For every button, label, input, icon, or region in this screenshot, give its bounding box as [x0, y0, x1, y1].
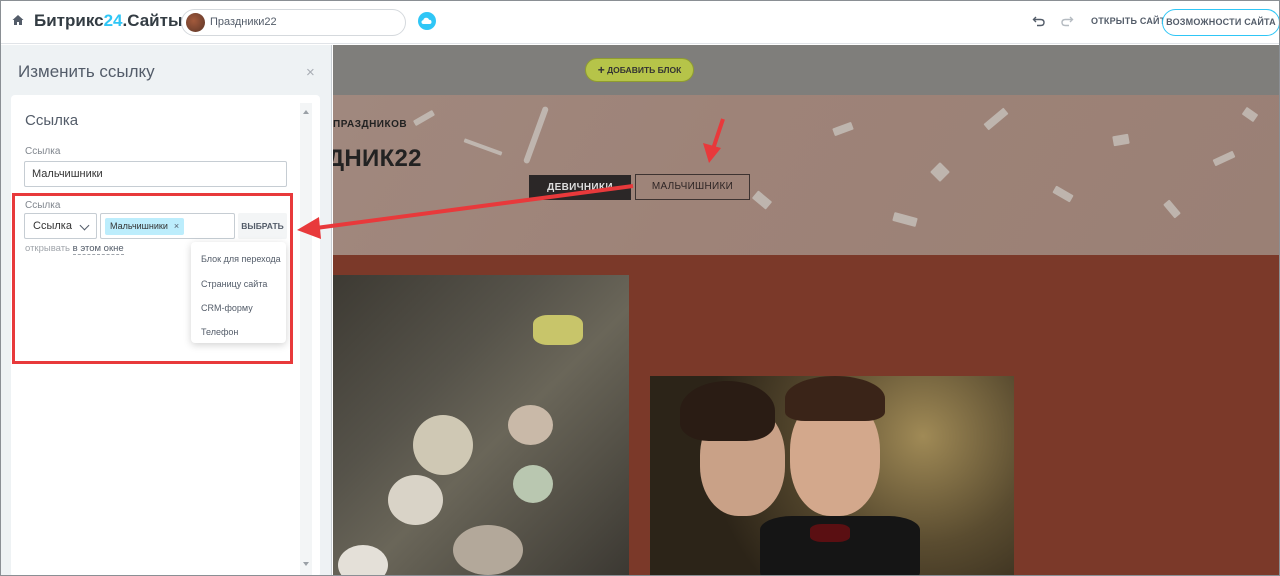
add-block-button[interactable]: + ДОБАВИТЬ БЛОК — [585, 58, 694, 82]
photo-detail — [413, 415, 473, 475]
confetti-decoration — [1212, 150, 1236, 167]
section-title: Ссылка — [25, 112, 79, 129]
content-block[interactable] — [333, 255, 1279, 575]
confetti-decoration — [1112, 133, 1130, 147]
confetti-decoration — [463, 138, 503, 156]
redo-icon[interactable] — [1060, 14, 1074, 28]
scrollbar[interactable] — [300, 103, 312, 575]
add-block-label: ДОБАВИТЬ БЛОК — [607, 65, 682, 75]
logo-number: 24 — [103, 11, 123, 30]
confetti-decoration — [892, 212, 918, 227]
photo-detail — [513, 465, 553, 503]
site-name: Праздники22 — [210, 16, 277, 28]
photo-detail — [388, 475, 443, 525]
logo-suffix: .Сайты — [122, 11, 183, 30]
panel-title: Изменить ссылку — [18, 62, 155, 81]
logo-main: Битрикс — [34, 11, 104, 30]
cloud-icon[interactable] — [418, 12, 436, 30]
photo-detail — [533, 315, 583, 345]
edit-link-panel: Изменить ссылку × Ссылка Ссылка Мальчишн… — [1, 45, 332, 575]
undo-icon[interactable] — [1032, 14, 1046, 28]
boys-party-button[interactable]: МАЛЬЧИШНИКИ — [635, 174, 750, 200]
confetti-decoration — [1052, 185, 1074, 203]
confetti-decoration — [412, 109, 436, 127]
confetti-decoration — [1163, 199, 1181, 219]
confetti-decoration — [930, 162, 950, 182]
girls-party-button[interactable]: ДЕВИЧНИКИ — [529, 175, 631, 200]
top-bar: Битрикс24.Сайты Праздники22 ОТКРЫТЬ САЙТ… — [1, 1, 1279, 44]
photo-detail — [453, 525, 523, 575]
screen: Битрикс24.Сайты Праздники22 ОТКРЫТЬ САЙТ… — [0, 0, 1280, 576]
confetti-decoration — [751, 190, 773, 210]
open-site-link[interactable]: ОТКРЫТЬ САЙТ — [1091, 16, 1165, 26]
add-block-bar: + ДОБАВИТЬ БЛОК — [333, 45, 1279, 95]
photo-detail — [810, 524, 850, 542]
photo-detail — [508, 405, 553, 445]
hero-subtitle: ПРАЗДНИКОВ — [333, 119, 408, 130]
confetti-decoration — [983, 107, 1009, 131]
site-selector[interactable]: Праздники22 — [181, 9, 406, 36]
photo-detail — [338, 545, 388, 575]
home-icon[interactable] — [11, 13, 25, 27]
plus-icon: + — [597, 63, 605, 77]
photo-detail — [680, 381, 775, 441]
close-icon[interactable]: × — [306, 64, 315, 81]
annotation-highlight-box — [12, 193, 293, 364]
hero-title: ДНИК22 — [333, 145, 422, 172]
site-thumbnail — [186, 13, 205, 32]
hero-block[interactable]: ПРАЗДНИКОВ ДНИК22 ДЕВИЧНИКИ МАЛЬЧИШНИКИ — [333, 95, 1279, 255]
link-text-input[interactable]: Мальчишники — [24, 161, 287, 187]
photo-detail — [785, 376, 885, 421]
app-logo[interactable]: Битрикс24.Сайты — [34, 11, 182, 31]
site-features-button[interactable]: ВОЗМОЖНОСТИ САЙТА — [1162, 9, 1279, 36]
confetti-decoration — [1241, 106, 1259, 123]
site-preview-canvas: + ДОБАВИТЬ БЛОК ПРАЗДНИКОВ ДНИК22 ДЕВИЧН… — [333, 45, 1279, 575]
food-table-photo — [333, 275, 629, 575]
confetti-decoration — [522, 105, 550, 165]
link-text-label: Ссылка — [25, 146, 61, 157]
scroll-down-icon[interactable] — [303, 562, 309, 566]
couple-photo — [650, 376, 1014, 575]
cloud-glyph — [421, 17, 432, 24]
confetti-decoration — [832, 121, 854, 137]
scroll-up-icon[interactable] — [303, 110, 309, 114]
